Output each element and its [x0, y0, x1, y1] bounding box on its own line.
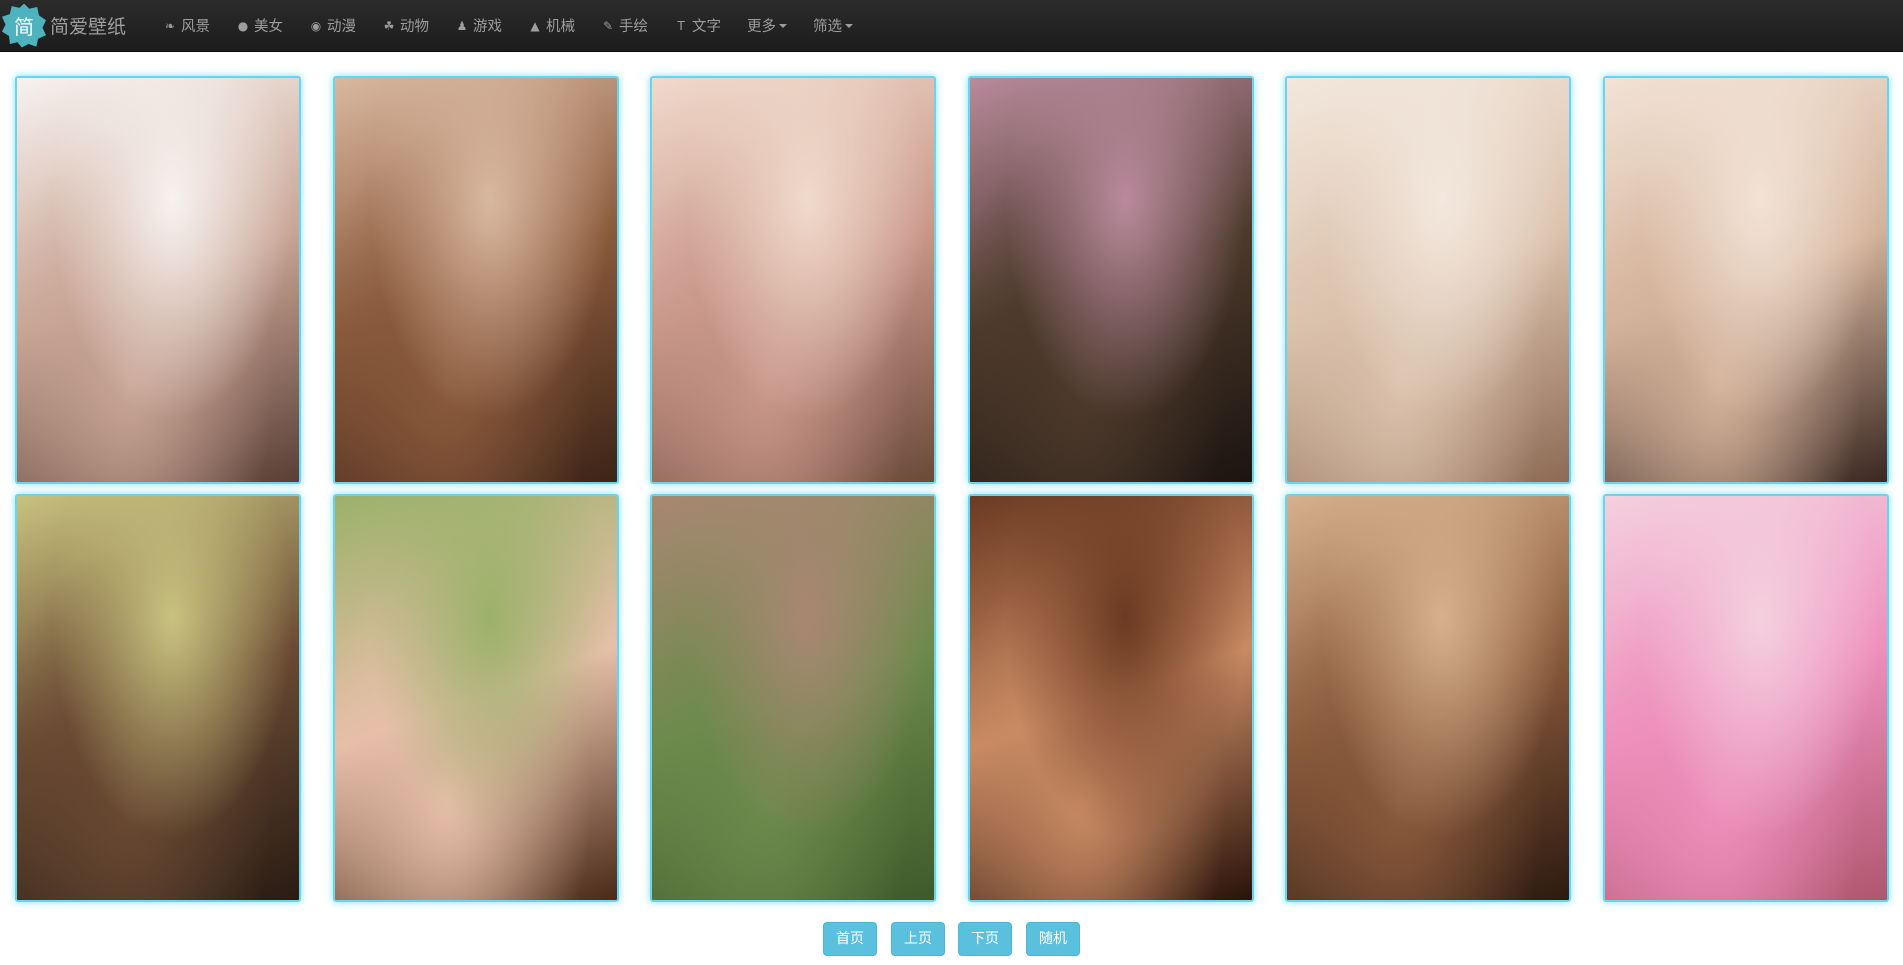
nav-item-label: 动物 [400, 19, 430, 35]
wallpaper-thumbnail[interactable] [1285, 76, 1571, 484]
wallpaper-image [1287, 496, 1569, 900]
eye-icon: ◉ [310, 18, 322, 33]
wallpaper-thumbnail[interactable] [1285, 494, 1571, 902]
wallpaper-image [970, 496, 1252, 900]
wallpaper-image [335, 78, 617, 482]
random-page-button[interactable]: 随机 [1026, 922, 1080, 956]
brand-name: 简爱壁纸 [50, 16, 127, 38]
nav-item-beauty[interactable]: ● 美女 [223, 0, 296, 52]
wallpaper-image [652, 78, 934, 482]
wallpaper-image [1287, 78, 1569, 482]
nav-more-label: 更多 [747, 19, 777, 35]
prev-page-button[interactable]: 上页 [891, 922, 945, 956]
nav-item-label: 风景 [181, 19, 211, 35]
caret-down-icon [845, 23, 854, 28]
nav-item-scenery[interactable]: ❧ 风景 [150, 0, 223, 52]
wallpaper-thumbnail[interactable] [1603, 76, 1889, 484]
nav-item-text[interactable]: T 文字 [661, 0, 734, 52]
nav-item-animals[interactable]: ☘ 动物 [369, 0, 442, 52]
nav-item-label: 美女 [254, 19, 284, 35]
nav-item-label: 动漫 [327, 19, 357, 35]
wallpaper-image [17, 78, 299, 482]
nav-item-label: 手绘 [619, 19, 649, 35]
wallpaper-image [1605, 78, 1887, 482]
pagination: 首页 上页 下页 随机 [0, 922, 1903, 956]
nav-more-dropdown[interactable]: 更多 [734, 0, 800, 52]
text-height-icon: T [677, 18, 685, 33]
wallpaper-thumbnail[interactable] [968, 76, 1254, 484]
pawn-icon: ♟ [456, 18, 468, 33]
next-page-button[interactable]: 下页 [958, 922, 1012, 956]
wallpaper-thumbnail[interactable] [650, 494, 936, 902]
top-navbar: 简 简爱壁纸 ❧ 风景 ● 美女 ◉ 动漫 ☘ 动物 ♟ 游戏 ▲ 机械 ✎ 手… [0, 0, 1903, 52]
wallpaper-thumbnail[interactable] [650, 76, 936, 484]
paw-icon: ☘ [383, 18, 395, 33]
brand-home-link[interactable]: 简 简爱壁纸 [0, 0, 126, 52]
nav-item-anime[interactable]: ◉ 动漫 [296, 0, 369, 52]
brand-logo-icon: 简 [2, 3, 46, 48]
wallpaper-thumbnail[interactable] [968, 494, 1254, 902]
leaf-icon: ❧ [164, 18, 176, 33]
paint-brush-icon: ✎ [602, 18, 614, 33]
wallpaper-image [335, 496, 617, 900]
nav-filter-dropdown[interactable]: 筛选 [800, 0, 866, 52]
nav-item-label: 文字 [692, 19, 722, 35]
wallpaper-thumbnail[interactable] [333, 76, 619, 484]
wallpaper-thumbnail[interactable] [333, 494, 619, 902]
nav-item-label: 游戏 [473, 19, 503, 35]
tent-icon: ▲ [530, 18, 540, 33]
wallpaper-image [970, 78, 1252, 482]
wallpaper-image [17, 496, 299, 900]
caret-down-icon [779, 23, 788, 28]
wallpaper-thumbnail[interactable] [1603, 494, 1889, 902]
first-page-button[interactable]: 首页 [823, 922, 877, 956]
nav-item-machinery[interactable]: ▲ 机械 [515, 0, 588, 52]
nav-filter-label: 筛选 [813, 19, 843, 35]
nav-item-handdrawn[interactable]: ✎ 手绘 [588, 0, 661, 52]
nav-item-games[interactable]: ♟ 游戏 [442, 0, 515, 52]
wallpaper-thumbnail[interactable] [15, 494, 301, 902]
apple-icon: ● [237, 18, 249, 33]
wallpaper-image [1605, 496, 1887, 900]
wallpaper-thumbnail[interactable] [15, 76, 301, 484]
wallpaper-image [652, 496, 934, 900]
nav-item-label: 机械 [546, 19, 576, 35]
